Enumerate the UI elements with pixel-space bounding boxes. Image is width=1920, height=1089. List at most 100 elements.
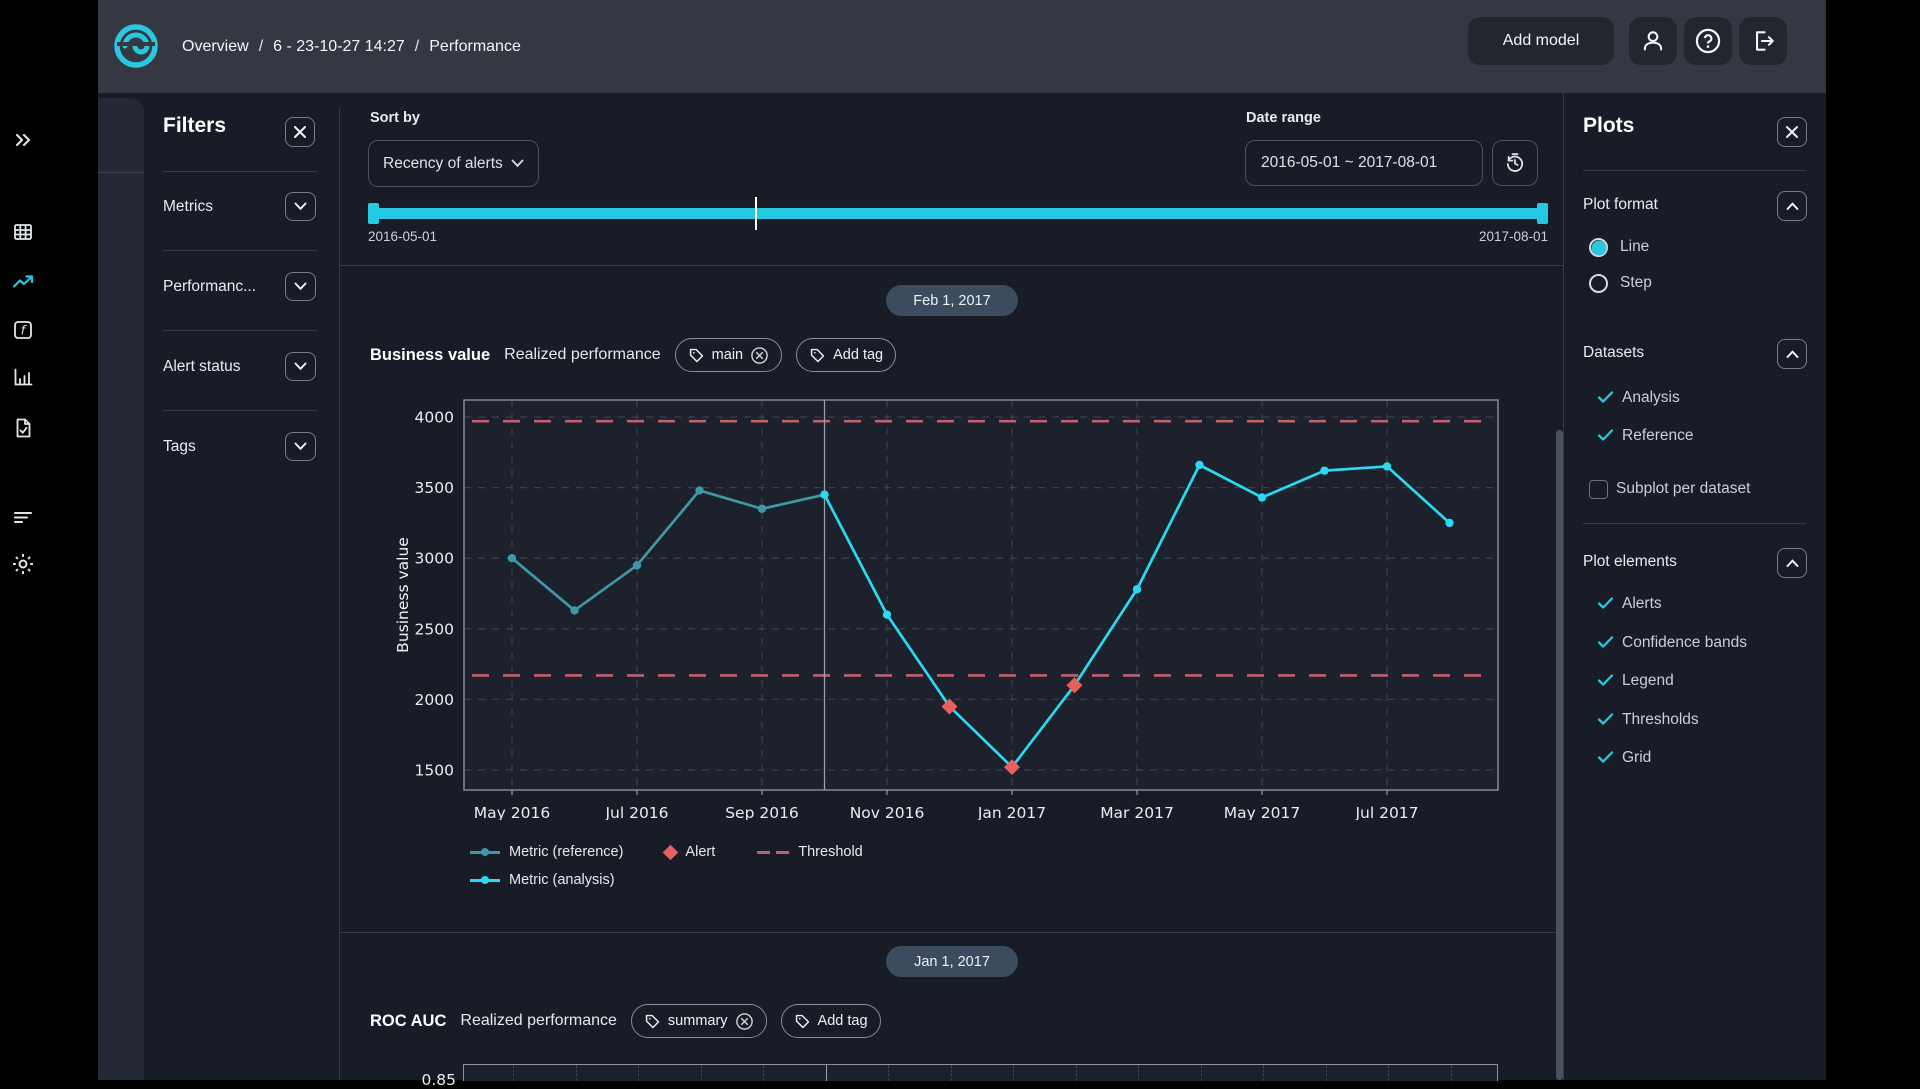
dataset-analysis-label[interactable]: Analysis [1622,389,1680,407]
legend-analysis-swatch [470,879,500,882]
datasets-collapse-button[interactable] [1777,339,1807,369]
chart2-subtitle: Realized performance [460,1012,617,1030]
help-icon [1694,27,1722,55]
check-icon[interactable] [1597,750,1614,764]
rail-divider [98,172,144,173]
filter-metrics-expand-button[interactable] [285,192,316,221]
chart2-title: ROC AUC [370,1012,446,1031]
date-range-reset-button[interactable] [1492,140,1538,186]
chevron-up-icon [1786,202,1799,211]
chart1-legend-row1: Metric (reference) Alert Threshold [470,844,863,860]
date-range-slider-track[interactable] [368,208,1548,219]
add-model-button[interactable]: Add model [1468,17,1614,65]
check-icon[interactable] [1597,428,1614,442]
element-grid-label[interactable]: Grid [1622,749,1651,767]
chart2-add-tag-button[interactable]: Add tag [781,1004,881,1038]
check-icon[interactable] [1597,390,1614,404]
document-check-icon [11,416,35,440]
slider-start-label: 2016-05-01 [368,229,437,244]
breadcrumb-overview[interactable]: Overview [182,38,249,56]
filter-alert-status-expand-button[interactable] [285,352,316,381]
check-icon[interactable] [1597,712,1614,726]
nav-statistics[interactable] [0,365,46,389]
slider-handle-end[interactable] [1537,203,1548,224]
logout-button[interactable] [1739,17,1787,65]
slider-date-cursor[interactable] [755,197,757,230]
plots-close-button[interactable] [1777,117,1807,147]
element-legend-label[interactable]: Legend [1622,672,1674,690]
help-button[interactable] [1684,17,1732,65]
svg-text:Jul 2017: Jul 2017 [1354,804,1418,820]
chart2-gridline [1451,1065,1452,1081]
breadcrumb-performance[interactable]: Performance [429,38,521,56]
radio-line-label[interactable]: Line [1620,238,1649,256]
expand-sidebar-button[interactable] [0,128,46,152]
radio-step-label[interactable]: Step [1620,274,1652,292]
sort-by-select[interactable]: Recency of alerts [368,140,539,187]
tag-label: main [712,347,743,363]
datasets-label: Datasets [1583,344,1644,362]
nav-performance-active[interactable] [0,270,46,294]
element-thresholds-label[interactable]: Thresholds [1622,711,1699,729]
chevron-down-icon [294,282,307,291]
main-scrollbar-thumb[interactable] [1556,430,1563,1080]
legend-alert-label: Alert [685,844,715,860]
date-range-input[interactable]: 2016-05-01 ~ 2017-08-01 [1245,140,1483,186]
nav-data-tables[interactable] [0,220,46,244]
filters-toggle-button[interactable] [0,505,46,529]
chart2-gridline [1138,1065,1139,1081]
radio-step[interactable] [1589,274,1608,293]
filter-tags-expand-button[interactable] [285,432,316,461]
chart1-add-tag-button[interactable]: Add tag [796,338,896,372]
icon-rail [98,98,144,1080]
filter-performance-label: Performanc... [163,278,256,296]
breadcrumb-model[interactable]: 6 - 23-10-27 14:27 [273,38,405,56]
nav-reports[interactable] [0,416,46,440]
nav-functions[interactable]: f [0,318,46,342]
element-confidence-bands-label[interactable]: Confidence bands [1622,634,1747,652]
date-range-label: Date range [1246,110,1321,126]
slider-end-label: 2017-08-01 [1448,229,1548,244]
chart1-tag-main[interactable]: main [675,338,782,372]
chart1-date-marker-pill[interactable]: Feb 1, 2017 [886,285,1018,316]
chart1-title: Business value [370,346,490,365]
settings-button[interactable] [0,551,46,577]
plot-elements-collapse-button[interactable] [1777,548,1807,578]
filters-divider [163,330,317,331]
trending-up-icon [11,270,35,294]
tag-icon [809,347,826,364]
remove-tag-icon[interactable] [750,346,769,365]
chart2-gridline [513,1065,514,1081]
chevron-down-icon [294,362,307,371]
check-icon[interactable] [1597,596,1614,610]
business-value-chart[interactable]: 150020002500300035004000May 2016Jul 2016… [384,392,1512,820]
filters-panel-title: Filters [163,114,226,138]
filter-performance-expand-button[interactable] [285,272,316,301]
svg-text:Sep 2016: Sep 2016 [725,804,799,820]
function-icon: f [11,318,35,342]
toolbar-divider [340,265,1563,266]
roc-auc-chart-partial[interactable] [463,1064,1498,1081]
sort-by-label: Sort by [370,110,420,126]
check-icon[interactable] [1597,635,1614,649]
slider-handle-start[interactable] [368,203,379,224]
plot-format-collapse-button[interactable] [1777,191,1807,221]
check-icon[interactable] [1597,673,1614,687]
date-range-value: 2016-05-01 ~ 2017-08-01 [1261,154,1437,172]
chart2-date-marker-pill[interactable]: Jan 1, 2017 [886,946,1018,977]
svg-text:f: f [21,323,27,338]
element-alerts-label[interactable]: Alerts [1622,595,1662,613]
chevron-up-icon [1786,350,1799,359]
svg-text:2000: 2000 [415,691,454,709]
remove-tag-icon[interactable] [735,1012,754,1031]
subplot-per-dataset-label[interactable]: Subplot per dataset [1616,480,1750,498]
chart2-gridline [1076,1065,1077,1081]
dataset-reference-label[interactable]: Reference [1622,427,1694,445]
radio-line[interactable] [1589,238,1608,257]
user-account-button[interactable] [1629,17,1677,65]
chart2-tag-summary[interactable]: summary [631,1004,767,1038]
subplot-per-dataset-checkbox[interactable] [1589,480,1608,499]
app-logo[interactable] [112,22,160,70]
filters-close-button[interactable] [285,117,315,147]
svg-text:1500: 1500 [415,762,454,780]
